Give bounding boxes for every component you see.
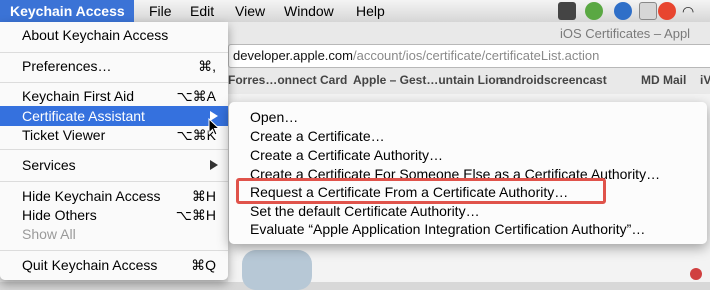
highlight-annotation-box <box>236 178 606 204</box>
menu-separator <box>0 149 228 150</box>
url-path: /account/ios/certificate/certificateList… <box>352 48 600 63</box>
close-dot-icon[interactable] <box>690 268 702 280</box>
menu-item-label: Quit Keychain Access <box>22 257 158 273</box>
url-host: developer.apple.com <box>233 48 353 63</box>
menu-item-hide-others[interactable]: Hide Others ⌥⌘H <box>0 205 228 225</box>
submenu-arrow-icon <box>210 160 218 170</box>
menu-item-label: Preferences… <box>22 58 112 74</box>
menu-item-shortcut: ⌥⌘A <box>176 88 216 104</box>
menu-edit[interactable]: Edit <box>182 0 222 22</box>
submenu-item-label: Create a Certificate Authority… <box>250 147 443 163</box>
menu-item-services[interactable]: Services <box>0 155 228 175</box>
menu-item-label: Show All <box>22 226 76 242</box>
window-title: iOS Certificates – Appl <box>560 26 691 41</box>
certificate-assistant-submenu: Open… Create a Certificate… Create a Cer… <box>229 102 707 244</box>
page-graphic <box>242 250 312 290</box>
bookmark-item[interactable]: MD Mail <box>641 73 686 87</box>
submenu-item-label: Evaluate “Apple Application Integration … <box>250 221 646 237</box>
menu-item-shortcut: ⌥⌘H <box>175 207 216 223</box>
menu-item-ticket-viewer[interactable]: Ticket Viewer ⌥⌘K <box>0 125 228 145</box>
menu-bar: Keychain Access File Edit View Window He… <box>0 0 710 23</box>
menu-item-label: Services <box>22 157 76 173</box>
keynote-icon[interactable] <box>639 2 657 20</box>
mouse-cursor-icon <box>208 118 220 136</box>
submenu-item-evaluate[interactable]: Evaluate “Apple Application Integration … <box>229 219 707 239</box>
app-menu-keychain-access[interactable]: Keychain Access <box>0 0 134 22</box>
submenu-item-set-default-ca[interactable]: Set the default Certificate Authority… <box>229 201 707 221</box>
menu-separator <box>0 250 228 251</box>
menu-item-quit[interactable]: Quit Keychain Access ⌘Q <box>0 255 228 275</box>
menu-item-label: Keychain First Aid <box>22 88 135 104</box>
bookmark-item[interactable]: Apple – Gest…untain Lion <box>353 73 503 87</box>
menu-item-label: About Keychain Access <box>22 27 169 43</box>
menu-item-label: Certificate Assistant <box>22 108 145 124</box>
menu-item-shortcut: ⌘, <box>198 58 216 74</box>
menu-separator <box>0 181 228 182</box>
menu-item-label: Hide Keychain Access <box>22 188 161 204</box>
camera-icon[interactable] <box>558 2 576 20</box>
menu-item-hide-keychain-access[interactable]: Hide Keychain Access ⌘H <box>0 186 228 206</box>
menu-help[interactable]: Help <box>348 0 393 22</box>
submenu-item-label: Create a Certificate… <box>250 128 385 144</box>
menu-item-preferences[interactable]: Preferences… ⌘, <box>0 56 228 76</box>
menu-window[interactable]: Window <box>276 0 342 22</box>
app-menu-dropdown: About Keychain Access Preferences… ⌘, Ke… <box>0 22 228 280</box>
menu-view[interactable]: View <box>227 0 273 22</box>
menu-item-shortcut: ⌘H <box>191 188 216 204</box>
menu-item-keychain-first-aid[interactable]: Keychain First Aid ⌥⌘A <box>0 86 228 106</box>
menu-item-show-all: Show All <box>0 224 228 244</box>
menu-separator <box>0 82 228 83</box>
menu-item-certificate-assistant[interactable]: Certificate Assistant <box>0 106 228 126</box>
bookmark-item[interactable]: androidscreencast <box>500 73 607 87</box>
menu-item-shortcut: ⌘Q <box>191 257 216 273</box>
bookmark-item[interactable]: iV <box>700 73 710 87</box>
menu-separator <box>0 52 228 53</box>
submenu-item-label: Open… <box>250 109 299 125</box>
sync-icon[interactable] <box>614 2 632 20</box>
menu-item-label: Hide Others <box>22 207 97 223</box>
evernote-icon[interactable] <box>585 2 603 20</box>
submenu-item-label: Set the default Certificate Authority… <box>250 203 480 219</box>
bookmarks-bar: Forres…onnect Card Apple – Gest…untain L… <box>228 70 710 90</box>
menu-item-about[interactable]: About Keychain Access <box>0 25 228 45</box>
meetup-icon[interactable] <box>658 2 676 20</box>
bookmark-item[interactable]: Forres…onnect Card <box>228 73 347 87</box>
wifi-icon[interactable]: ◠ <box>682 2 700 20</box>
submenu-item-open[interactable]: Open… <box>229 107 707 127</box>
address-bar[interactable]: developer.apple.com/account/ios/certific… <box>228 44 710 68</box>
menu-item-label: Ticket Viewer <box>22 127 106 143</box>
menu-file[interactable]: File <box>141 0 180 22</box>
submenu-item-create-certificate[interactable]: Create a Certificate… <box>229 126 707 146</box>
submenu-item-create-certificate-authority[interactable]: Create a Certificate Authority… <box>229 145 707 165</box>
